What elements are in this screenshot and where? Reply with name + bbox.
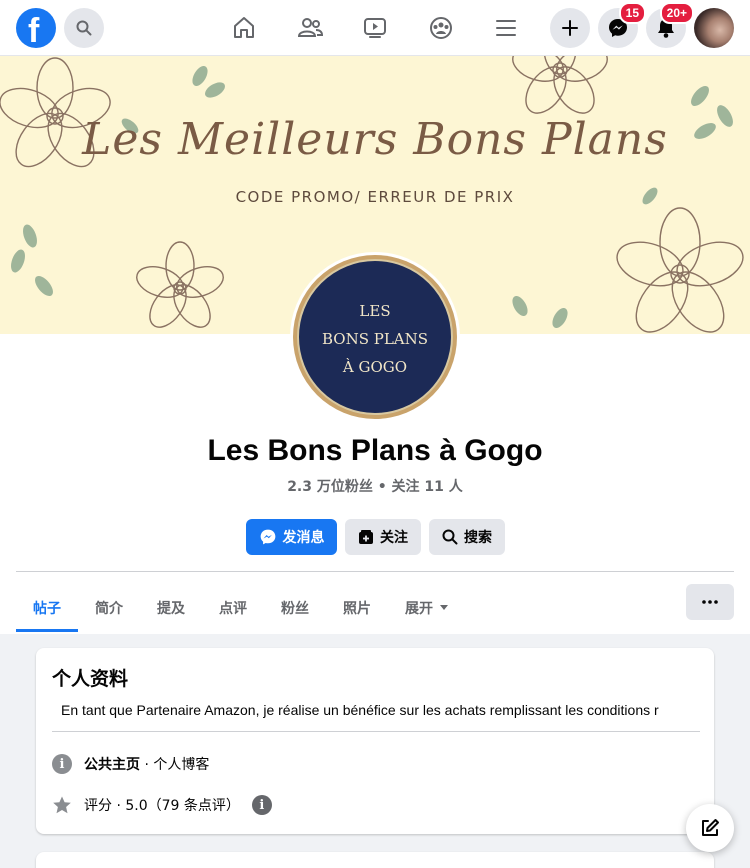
rating-row: 评分 · 5.0（79 条点评） i xyxy=(52,793,272,817)
pp-line-3: À GOGO xyxy=(342,358,408,376)
category-value: · 个人博客 xyxy=(140,757,210,773)
profile-picture-border: LES BONS PLANS À GOGO xyxy=(293,255,457,419)
ellipsis-icon xyxy=(702,600,718,604)
compose-button[interactable] xyxy=(686,804,734,852)
page-stats[interactable]: 2.3 万位粉丝 • 关注 11 人 xyxy=(0,476,750,496)
message-button-label: 发消息 xyxy=(282,530,325,546)
page-category-row: i 公共主页 · 个人博客 xyxy=(52,752,209,776)
tab-more-dropdown[interactable]: 展开 xyxy=(392,583,462,633)
page-category: 公共主页 · 个人博客 xyxy=(84,754,209,774)
menu-tab[interactable] xyxy=(490,12,522,44)
more-options-button[interactable] xyxy=(686,584,734,620)
message-button[interactable]: 发消息 xyxy=(246,519,337,555)
search-page-button[interactable]: 搜索 xyxy=(429,519,505,555)
plus-icon xyxy=(562,20,578,36)
intro-title: 个人资料 xyxy=(52,668,129,690)
friends-icon xyxy=(297,18,323,37)
edit-icon xyxy=(702,819,719,836)
messenger-icon xyxy=(260,529,275,545)
logo-letter: f xyxy=(28,12,40,50)
notifications-badge: 20+ xyxy=(659,2,694,24)
category-label: 公共主页 xyxy=(84,757,140,773)
search-icon xyxy=(76,20,92,36)
caret-down-icon xyxy=(440,605,448,610)
profile-picture-text: LES BONS PLANS À GOGO xyxy=(299,297,451,381)
tab-reviews[interactable]: 点评 xyxy=(202,583,264,633)
groups-icon xyxy=(430,17,452,39)
search-button-label: 搜索 xyxy=(464,530,492,546)
tab-followers[interactable]: 粉丝 xyxy=(264,583,326,633)
create-button[interactable] xyxy=(550,8,590,48)
pp-line-2: BONS PLANS xyxy=(321,330,429,348)
follow-button-label: 关注 xyxy=(380,530,408,546)
intro-description: En tant que Partenaire Amazon, je réalis… xyxy=(61,702,659,718)
follow-button[interactable]: 关注 xyxy=(345,519,421,555)
top-navigation-bar: f 15 20+ xyxy=(0,0,750,56)
follow-icon xyxy=(359,530,373,544)
messenger-badge: 15 xyxy=(618,2,646,24)
hamburger-menu-icon xyxy=(496,20,516,36)
facebook-logo[interactable]: f xyxy=(16,8,56,50)
search-icon xyxy=(442,529,458,545)
tab-posts[interactable]: 帖子 xyxy=(16,583,78,633)
profile-picture-badge: LES BONS PLANS À GOGO xyxy=(297,259,453,415)
home-tab[interactable] xyxy=(228,12,260,44)
action-buttons: 发消息 关注 搜索 xyxy=(0,519,750,555)
info-icon: i xyxy=(52,754,72,774)
messenger-button[interactable]: 15 xyxy=(598,2,646,48)
friends-tab[interactable] xyxy=(294,12,326,44)
notifications-button[interactable]: 20+ xyxy=(646,2,694,48)
tab-mentions[interactable]: 提及 xyxy=(140,583,202,633)
profile-picture[interactable]: LES BONS PLANS À GOGO xyxy=(290,252,460,422)
home-icon xyxy=(234,17,254,38)
tab-about[interactable]: 简介 xyxy=(78,583,140,633)
star-icon xyxy=(53,796,71,814)
intro-divider xyxy=(52,731,700,732)
rating-info-icon[interactable]: i xyxy=(251,795,272,815)
next-card xyxy=(36,852,714,868)
tab-photos[interactable]: 照片 xyxy=(326,583,388,633)
active-tab-indicator xyxy=(16,629,78,632)
intro-card: 个人资料 En tant que Partenaire Amazon, je r… xyxy=(36,648,714,834)
groups-tab[interactable] xyxy=(425,12,457,44)
cover-subtitle: CODE PROMO/ ERREUR DE PRIX xyxy=(235,188,515,206)
rating-text: 评分 · 5.0（79 条点评） xyxy=(84,798,240,814)
search-button[interactable] xyxy=(64,8,104,48)
page-title: Les Bons Plans à Gogo xyxy=(207,434,543,467)
header-divider xyxy=(16,571,734,572)
video-icon xyxy=(364,18,386,38)
watch-tab[interactable] xyxy=(359,12,391,44)
cover-title: Les Meilleurs Bons Plans xyxy=(82,114,668,165)
pp-line-1: LES xyxy=(359,302,391,320)
account-avatar[interactable] xyxy=(694,8,734,48)
tab-more-label: 展开 xyxy=(405,601,433,617)
